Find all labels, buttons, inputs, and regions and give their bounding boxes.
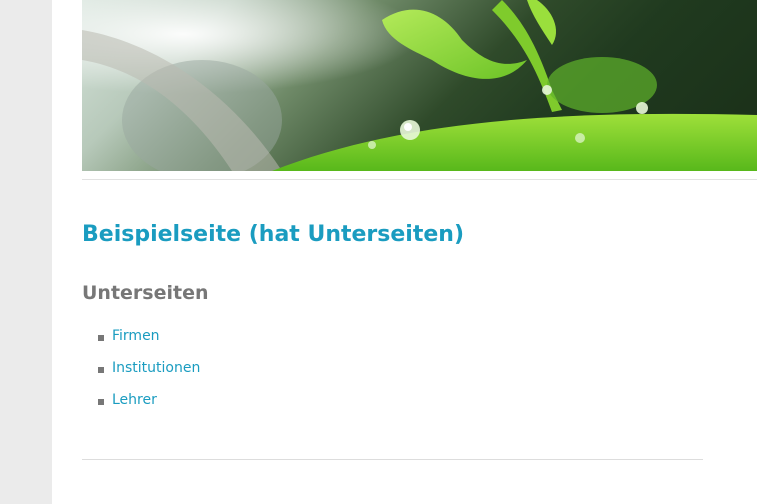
footer-divider bbox=[82, 459, 703, 460]
header-image bbox=[82, 0, 757, 171]
subpage-link-lehrer[interactable]: Lehrer bbox=[112, 392, 157, 408]
subpage-link-firmen[interactable]: Firmen bbox=[112, 328, 160, 344]
square-bullet-icon bbox=[98, 335, 104, 341]
page-title: Beispielseite (hat Unterseiten) bbox=[82, 222, 464, 247]
square-bullet-icon bbox=[98, 367, 104, 373]
subpages-heading: Unterseiten bbox=[82, 282, 209, 304]
square-bullet-icon bbox=[98, 399, 104, 405]
leaf-photo bbox=[82, 0, 757, 171]
header-divider bbox=[82, 179, 757, 180]
subpage-link-institutionen[interactable]: Institutionen bbox=[112, 360, 200, 376]
content-area: Beispielseite (hat Unterseiten) Untersei… bbox=[52, 0, 757, 504]
